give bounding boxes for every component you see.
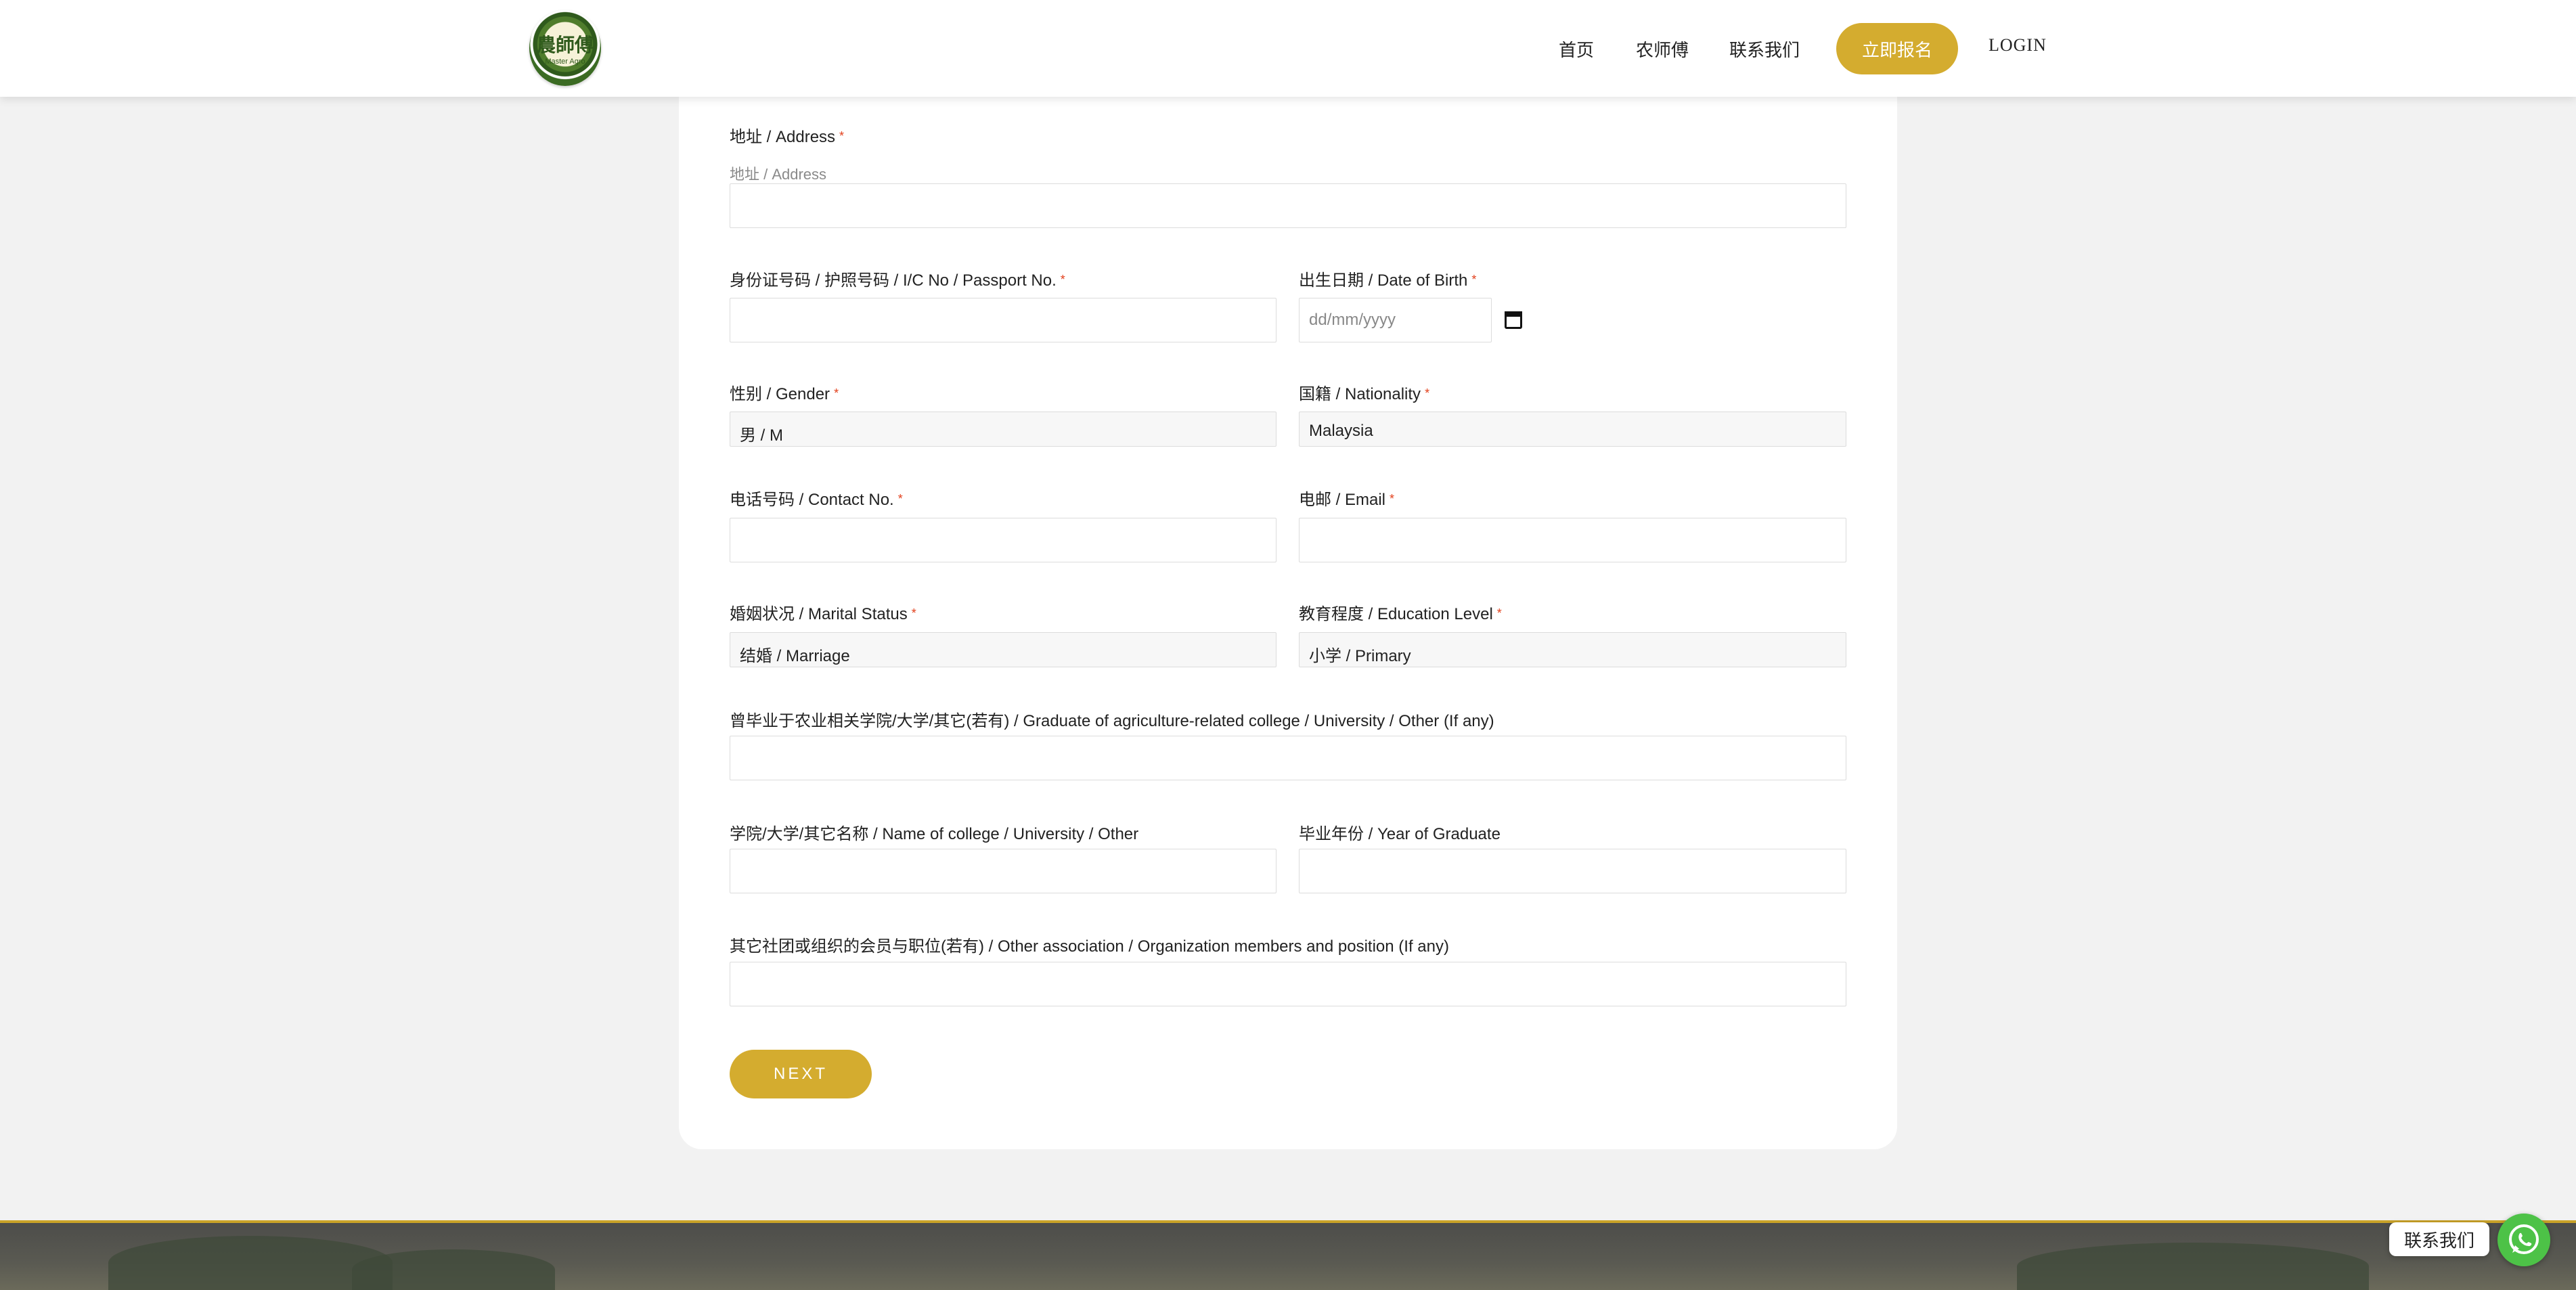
- grad-year-label: 毕业年份 / Year of Graduate: [1299, 825, 1501, 843]
- login-link[interactable]: LOGIN: [1989, 35, 2047, 55]
- education-select[interactable]: 小学 / Primary: [1299, 632, 1846, 667]
- association-label: 其它社团或组织的会员与职位(若有) / Other association / …: [730, 937, 1449, 956]
- graduate-label: 曾毕业于农业相关学院/大学/其它(若有) / Graduate of agric…: [730, 712, 1494, 730]
- logo-text: 農師傅: [536, 34, 594, 56]
- dob-label: 出生日期 / Date of Birth *: [1299, 271, 1477, 290]
- marital-value: 结婚 / Marriage: [740, 647, 850, 665]
- address-input[interactable]: [730, 183, 1846, 228]
- whatsapp-icon[interactable]: [2497, 1214, 2550, 1266]
- college-name-input[interactable]: [730, 849, 1276, 893]
- whatsapp-glyph: [2509, 1224, 2539, 1254]
- dob-placeholder: dd/mm/yyyy: [1309, 311, 1396, 329]
- site-header: 農師傅 Master Agro 首页 农师傅 联系我们 立即报名 LOGIN: [0, 0, 2576, 97]
- email-input[interactable]: [1299, 518, 1846, 562]
- footer-tree-silhouette: [2017, 1243, 2369, 1290]
- ic-input[interactable]: [730, 298, 1276, 342]
- next-button[interactable]: NEXT: [730, 1050, 872, 1098]
- address-label: 地址 / Address *: [730, 128, 845, 146]
- contact-input[interactable]: [730, 518, 1276, 562]
- footer-tree-silhouette: [352, 1249, 555, 1290]
- register-now-button[interactable]: 立即报名: [1836, 23, 1958, 74]
- grad-year-input[interactable]: [1299, 849, 1846, 893]
- address-hint: 地址 / Address: [730, 166, 827, 183]
- nationality-label: 国籍 / Nationality *: [1299, 385, 1430, 403]
- nav-contact[interactable]: 联系我们: [1729, 37, 1800, 62]
- gender-label: 性别 / Gender *: [730, 385, 839, 403]
- email-label: 电邮 / Email *: [1299, 491, 1395, 509]
- association-input[interactable]: [730, 962, 1846, 1006]
- footer-tree-silhouette: [108, 1236, 393, 1290]
- education-value: 小学 / Primary: [1309, 647, 1411, 665]
- ic-label: 身份证号码 / 护照号码 / I/C No / Passport No. *: [730, 271, 1065, 290]
- education-label: 教育程度 / Education Level *: [1299, 605, 1502, 623]
- marital-select[interactable]: 结婚 / Marriage: [730, 632, 1276, 667]
- calendar-icon[interactable]: [1505, 311, 1522, 329]
- contact-label: 电话号码 / Contact No. *: [730, 491, 903, 509]
- nationality-select[interactable]: Malaysia: [1299, 412, 1846, 447]
- site-footer: [0, 1220, 2576, 1290]
- gender-value: 男 / M: [740, 426, 783, 445]
- nav-master[interactable]: 农师傅: [1636, 37, 1689, 62]
- nationality-value: Malaysia: [1309, 422, 1373, 440]
- graduate-input[interactable]: [730, 736, 1846, 780]
- gender-select[interactable]: 男 / M: [730, 412, 1276, 447]
- college-name-label: 学院/大学/其它名称 / Name of college / Universit…: [730, 825, 1139, 843]
- site-logo[interactable]: 農師傅 Master Agro: [529, 10, 601, 86]
- marital-label: 婚姻状况 / Marital Status *: [730, 605, 916, 623]
- nav-home[interactable]: 首页: [1559, 37, 1594, 62]
- dob-input[interactable]: dd/mm/yyyy: [1299, 298, 1492, 342]
- logo-subtext: Master Agro: [545, 58, 585, 66]
- chat-label[interactable]: 联系我们: [2389, 1222, 2490, 1256]
